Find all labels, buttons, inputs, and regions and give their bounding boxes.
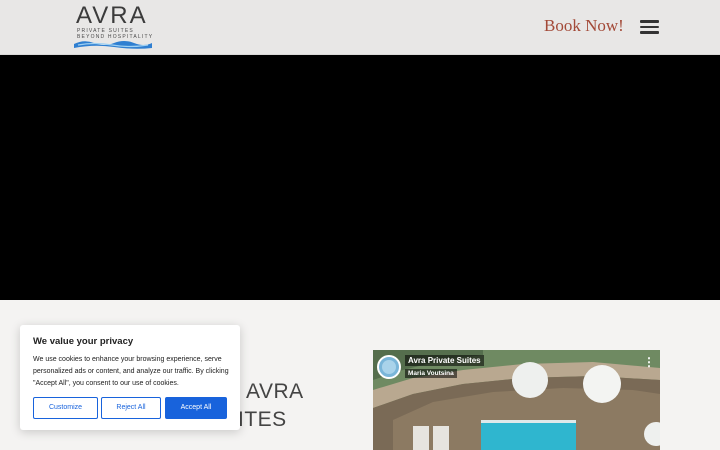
- accept-all-button[interactable]: Accept All: [165, 397, 227, 419]
- cookie-consent-banner: We value your privacy We use cookies to …: [20, 325, 240, 430]
- logo-title: AVRA: [76, 2, 148, 29]
- avra-logo[interactable]: AVRA PRIVATE SUITES BEYOND HOSPITALITY: [74, 3, 154, 51]
- cookie-banner-text: We use cookies to enhance your browsing …: [33, 356, 229, 387]
- cookie-banner-title: We value your privacy: [33, 336, 134, 347]
- hero-video[interactable]: [0, 55, 720, 300]
- section-title-line2: ITES: [238, 408, 287, 431]
- logo-wave-icon: [74, 41, 152, 49]
- book-now-link[interactable]: Book Now!: [544, 16, 624, 36]
- video-channel-name[interactable]: Maria Voutsina: [405, 369, 457, 378]
- channel-avatar[interactable]: [377, 355, 401, 379]
- hamburger-menu-icon[interactable]: [640, 20, 660, 35]
- customize-button[interactable]: Customize: [33, 397, 98, 419]
- site-header: AVRA PRIVATE SUITES BEYOND HOSPITALITY B…: [0, 0, 720, 55]
- more-vertical-icon[interactable]: ⋮: [643, 355, 655, 369]
- section-title-line1: AVRA: [246, 380, 304, 403]
- youtube-video-embed[interactable]: Avra Private Suites Maria Voutsina ⋮: [373, 350, 660, 450]
- video-title[interactable]: Avra Private Suites: [405, 355, 484, 366]
- reject-all-button[interactable]: Reject All: [101, 397, 161, 419]
